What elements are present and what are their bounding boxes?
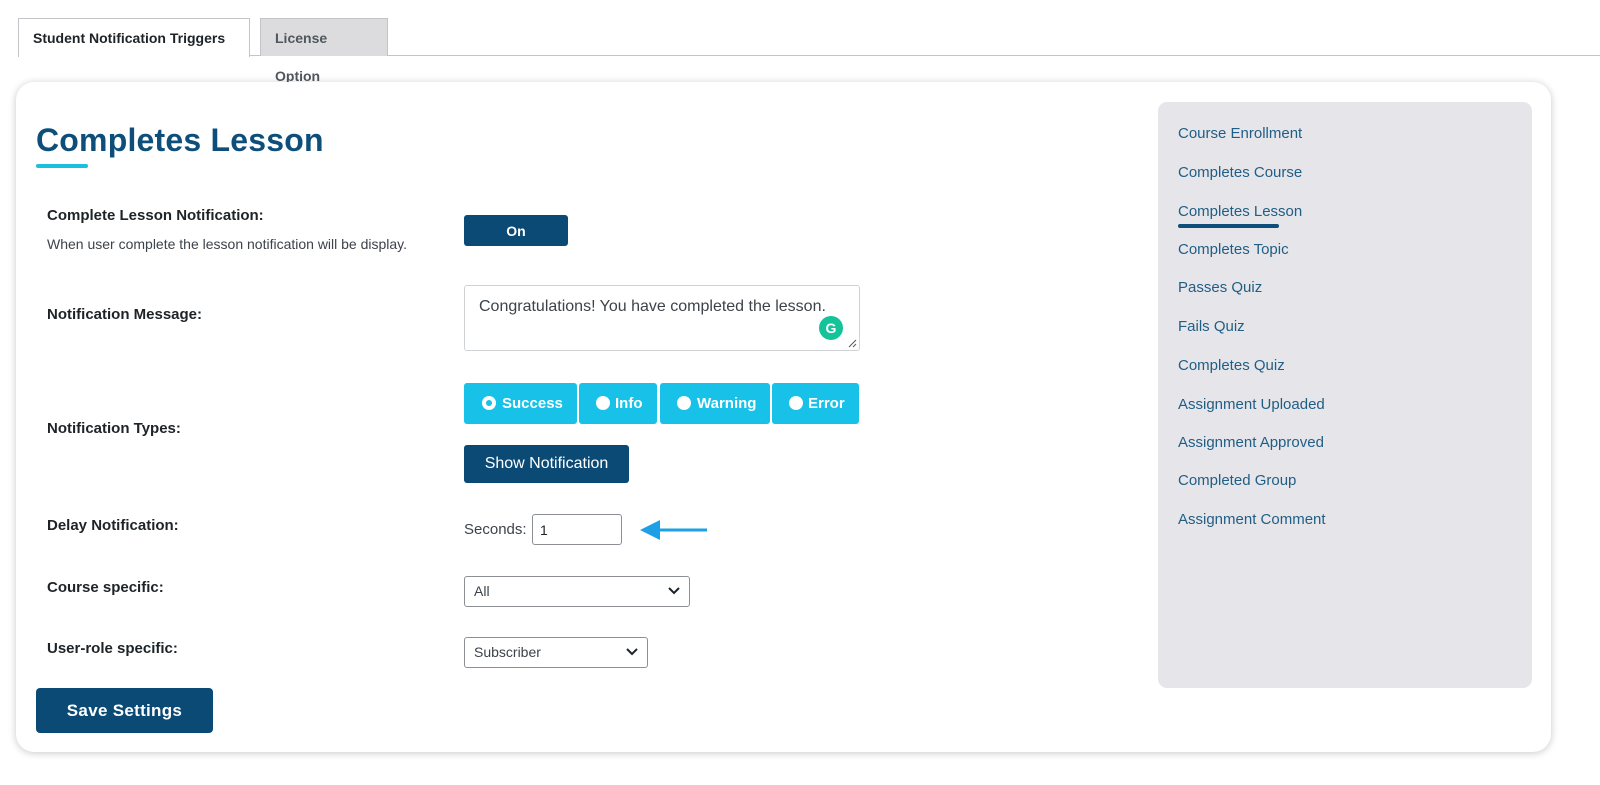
sidebar-item-assignment-comment[interactable]: Assignment Comment	[1178, 511, 1326, 528]
title-underline	[36, 164, 88, 168]
type-warning-option[interactable]: Warning	[660, 383, 770, 424]
type-error-option[interactable]: Error	[772, 383, 859, 424]
sidebar-item-passes-quiz[interactable]: Passes Quiz	[1178, 279, 1262, 296]
notification-message-label: Notification Message:	[47, 306, 203, 323]
delay-notification-label: Delay Notification:	[47, 517, 179, 534]
type-error-label: Error	[808, 395, 845, 412]
sidebar-item-fails-quiz[interactable]: Fails Quiz	[1178, 318, 1245, 335]
sidebar-item-completes-quiz[interactable]: Completes Quiz	[1178, 357, 1285, 374]
delay-seconds-input[interactable]	[532, 514, 622, 545]
notification-toggle-button[interactable]: On	[464, 215, 568, 246]
sidebar-item-assignment-approved[interactable]: Assignment Approved	[1178, 434, 1324, 451]
sidebar-item-assignment-uploaded[interactable]: Assignment Uploaded	[1178, 396, 1325, 413]
notification-message-text: Congratulations! You have completed the …	[479, 298, 826, 315]
course-specific-label: Course specific:	[47, 579, 164, 596]
chevron-down-icon	[668, 587, 680, 595]
radio-unchecked-icon	[789, 396, 803, 410]
user-role-specific-value: Subscriber	[474, 644, 541, 660]
radio-checked-icon	[482, 396, 496, 410]
tab-license-option[interactable]: License Option	[260, 18, 388, 84]
tab-bar: Student Notification Triggers License Op…	[18, 18, 1600, 84]
save-settings-button[interactable]: Save Settings	[36, 688, 213, 733]
notification-types-label: Notification Types:	[47, 420, 181, 437]
radio-unchecked-icon	[596, 396, 610, 410]
type-success-label: Success	[502, 395, 563, 412]
lesson-notification-label: Complete Lesson Notification:	[47, 207, 264, 224]
course-specific-select[interactable]: All	[464, 576, 690, 607]
course-specific-value: All	[474, 583, 490, 599]
trigger-sidebar: Course Enrollment Completes Course Compl…	[1158, 102, 1532, 688]
sidebar-active-underline	[1178, 224, 1279, 228]
type-info-option[interactable]: Info	[579, 383, 657, 424]
user-role-specific-select[interactable]: Subscriber	[464, 637, 648, 668]
sidebar-item-course-enrollment[interactable]: Course Enrollment	[1178, 125, 1302, 142]
type-info-label: Info	[615, 395, 643, 412]
sidebar-item-completes-course[interactable]: Completes Course	[1178, 164, 1302, 181]
arrow-left-icon	[640, 520, 707, 540]
grammarly-icon[interactable]: G	[819, 316, 843, 340]
seconds-label: Seconds:	[464, 521, 527, 538]
lesson-notification-description: When user complete the lesson notificati…	[47, 236, 408, 252]
type-warning-label: Warning	[697, 395, 757, 412]
user-role-specific-label: User-role specific:	[47, 640, 178, 657]
sidebar-item-completes-topic[interactable]: Completes Topic	[1178, 241, 1289, 258]
chevron-down-icon	[626, 648, 638, 656]
sidebar-item-completes-lesson[interactable]: Completes Lesson	[1178, 203, 1302, 220]
notification-message-textarea[interactable]: Congratulations! You have completed the …	[464, 285, 860, 351]
page-title: Completes Lesson	[36, 122, 324, 158]
radio-unchecked-icon	[677, 396, 691, 410]
settings-card: Completes Lesson Complete Lesson Notific…	[16, 82, 1551, 752]
tab-student-notification-triggers[interactable]: Student Notification Triggers	[18, 18, 250, 57]
sidebar-item-completed-group[interactable]: Completed Group	[1178, 472, 1296, 489]
show-notification-button[interactable]: Show Notification	[464, 445, 629, 483]
type-success-option[interactable]: Success	[464, 383, 577, 424]
resize-handle-icon[interactable]	[847, 338, 857, 348]
